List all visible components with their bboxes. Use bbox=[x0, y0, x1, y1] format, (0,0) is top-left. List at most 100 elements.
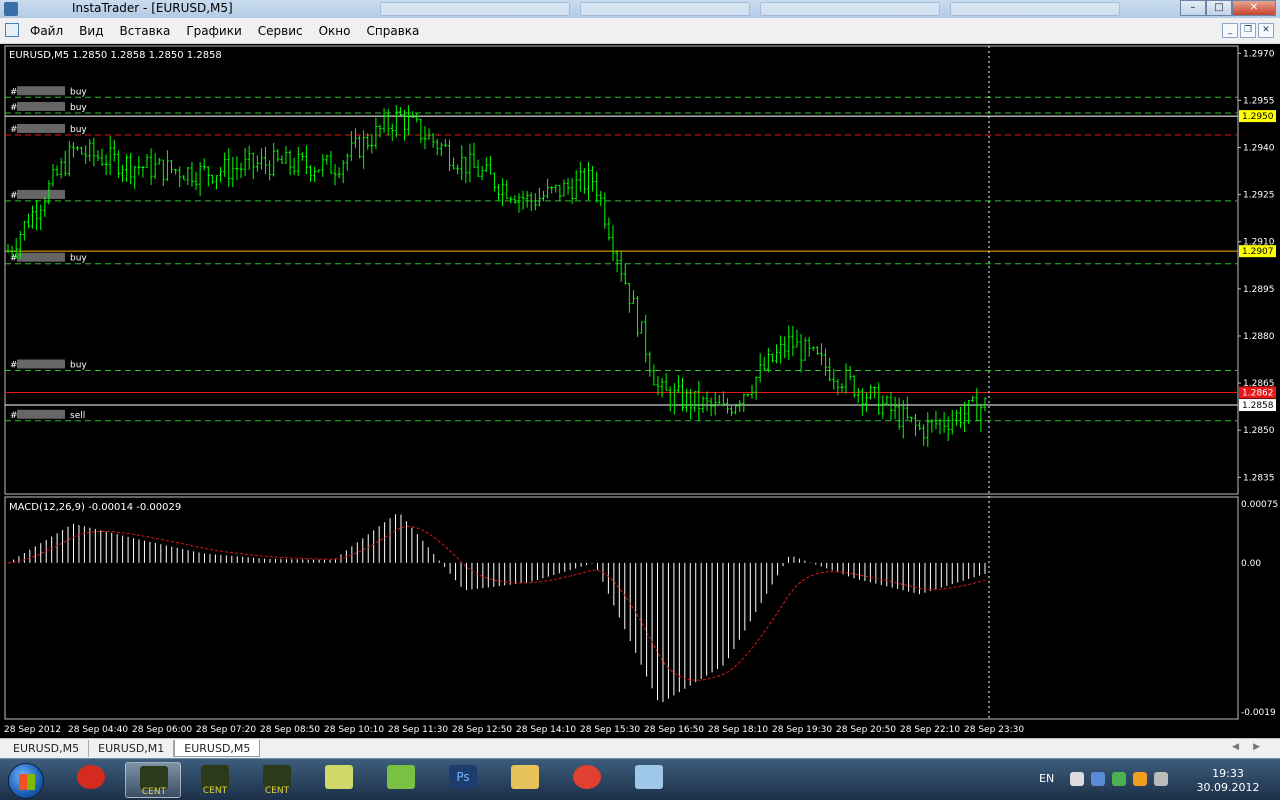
tray-icon[interactable] bbox=[1133, 772, 1147, 786]
app-red-icon bbox=[77, 765, 105, 789]
order-type: buy bbox=[70, 125, 87, 135]
tab-scroll-arrows[interactable]: ◀▶ bbox=[1232, 742, 1274, 752]
background-window-tab[interactable] bbox=[950, 2, 1120, 16]
price-chart[interactable]: # buy# buy# buy## buy# buy# sell 1.29701.29551… bbox=[0, 44, 1280, 738]
menu-insert[interactable]: Вставка bbox=[111, 24, 178, 38]
price-scale-label: 1.2970 bbox=[1243, 49, 1275, 59]
windows-taskbar: CENT CENT CENT Ps EN 19:33 30.09.2012 bbox=[0, 758, 1280, 800]
chart-tab[interactable]: EURUSD,M5 bbox=[174, 740, 261, 757]
order-label: # bbox=[10, 191, 18, 201]
taskbar-explorer-button[interactable] bbox=[497, 762, 553, 798]
order-ticket-redacted bbox=[17, 359, 65, 369]
language-indicator[interactable]: EN bbox=[1039, 772, 1054, 785]
window-title: InstaTrader - [EURUSD,M5] bbox=[72, 1, 233, 15]
menu-view[interactable]: Вид bbox=[71, 24, 111, 38]
order-label: # bbox=[10, 87, 18, 97]
price-scale-label: 1.2955 bbox=[1243, 96, 1275, 106]
macd-label: MACD(12,26,9) -0.00014 -0.00029 bbox=[9, 502, 181, 513]
title-bar: InstaTrader - [EURUSD,M5] – □ ✕ bbox=[0, 0, 1280, 18]
order-ticket-redacted bbox=[17, 252, 65, 262]
notepad-icon bbox=[325, 765, 353, 789]
order-label: # bbox=[10, 125, 18, 135]
time-axis-label: 28 Sep 07:20 bbox=[196, 725, 256, 735]
document-icon[interactable] bbox=[5, 23, 19, 37]
maximize-button[interactable]: □ bbox=[1206, 0, 1232, 16]
time-axis-label: 28 Sep 20:50 bbox=[836, 725, 896, 735]
tray-icon[interactable] bbox=[1112, 772, 1126, 786]
time-axis-label: 28 Sep 12:50 bbox=[452, 725, 512, 735]
taskbar-chrome-button[interactable] bbox=[559, 762, 615, 798]
time-axis-label: 28 Sep 19:30 bbox=[772, 725, 832, 735]
macd-scale-label: -0.0019 bbox=[1241, 708, 1276, 718]
menu-window[interactable]: Окно bbox=[311, 24, 359, 38]
background-window-tab[interactable] bbox=[760, 2, 940, 16]
volume-icon[interactable] bbox=[1154, 772, 1168, 786]
taskbar-photoshop-button[interactable]: Ps bbox=[435, 762, 491, 798]
order-ticket-redacted bbox=[17, 101, 65, 111]
tray-icon[interactable] bbox=[1091, 772, 1105, 786]
terminal-window: InstaTrader - [EURUSD,M5] – □ ✕ Файл Вид… bbox=[0, 0, 1280, 800]
clock[interactable]: 19:33 30.09.2012 bbox=[1196, 767, 1260, 795]
time-axis-label: 28 Sep 18:10 bbox=[708, 725, 768, 735]
chart-tabs-bar: EURUSD,M5 EURUSD,M1 EURUSD,M5 ◀▶ bbox=[0, 738, 1280, 758]
taskbar-app-red-button[interactable] bbox=[63, 762, 119, 798]
taskbar-window-button[interactable] bbox=[621, 762, 677, 798]
chart-window[interactable]: # buy # buy # buy # # buy # buy # sell 1.2970 1.2955 1… bbox=[0, 44, 1280, 738]
time-axis-label: 28 Sep 06:00 bbox=[132, 725, 192, 735]
background-window-tab[interactable] bbox=[380, 2, 570, 16]
chart-tab[interactable]: EURUSD,M5 bbox=[4, 740, 90, 757]
taskbar-notepad-button[interactable] bbox=[311, 762, 367, 798]
taskbar-item-label: CENT bbox=[264, 786, 290, 796]
order-ticket-redacted bbox=[17, 409, 65, 419]
price-tag-label: 1.2950 bbox=[1242, 112, 1274, 122]
taskbar-item-label: CENT bbox=[141, 787, 167, 797]
background-window-tab[interactable] bbox=[580, 2, 750, 16]
chrome-icon bbox=[573, 765, 601, 789]
order-label: # bbox=[10, 361, 18, 371]
chart-tab[interactable]: EURUSD,M1 bbox=[89, 740, 175, 757]
taskbar-item-label: CENT bbox=[202, 786, 228, 796]
taskbar-pen-button[interactable] bbox=[373, 762, 429, 798]
close-button[interactable]: ✕ bbox=[1232, 0, 1276, 16]
window-icon bbox=[635, 765, 663, 789]
price-tag-label: 1.2858 bbox=[1242, 401, 1274, 411]
menu-bar: Файл Вид Вставка Графики Сервис Окно Спр… bbox=[0, 18, 1280, 44]
taskbar-cent-1-button[interactable]: CENT bbox=[125, 762, 181, 798]
menu-help[interactable]: Справка bbox=[359, 24, 428, 38]
menu-charts[interactable]: Графики bbox=[178, 24, 249, 38]
mdi-close-button[interactable]: ✕ bbox=[1258, 23, 1274, 38]
price-scale-label: 1.2925 bbox=[1243, 191, 1275, 201]
app-icon bbox=[4, 2, 18, 16]
order-type: buy bbox=[70, 361, 87, 371]
menu-file[interactable]: Файл bbox=[22, 24, 71, 38]
order-type: buy bbox=[70, 103, 87, 113]
order-ticket-redacted bbox=[17, 123, 65, 133]
order-ticket-redacted bbox=[17, 86, 65, 96]
tray-icon[interactable] bbox=[1070, 772, 1084, 786]
time-axis-label: 28 Sep 10:10 bbox=[324, 725, 384, 735]
taskbar-cent-3-button[interactable]: CENT bbox=[249, 762, 305, 798]
price-scale-label: 1.2850 bbox=[1243, 426, 1275, 436]
pen-icon bbox=[387, 765, 415, 789]
price-tag-label: 1.2862 bbox=[1242, 388, 1274, 398]
explorer-icon bbox=[511, 765, 539, 789]
order-label: # bbox=[10, 411, 18, 421]
order-ticket-redacted bbox=[17, 189, 65, 199]
taskbar-cent-2-button[interactable]: CENT bbox=[187, 762, 243, 798]
mdi-minimize-button[interactable]: _ bbox=[1222, 23, 1238, 38]
order-label: # bbox=[10, 103, 18, 113]
macd-scale-label: 0.00075 bbox=[1241, 500, 1278, 510]
minimize-button[interactable]: – bbox=[1180, 0, 1206, 16]
menu-tools[interactable]: Сервис bbox=[250, 24, 311, 38]
chart-header: EURUSD,M5 1.2850 1.2858 1.2850 1.2858 bbox=[9, 50, 222, 61]
taskbar-item-label: Ps bbox=[456, 770, 470, 784]
mdi-restore-button[interactable]: ❐ bbox=[1240, 23, 1256, 38]
time-axis-label: 28 Sep 11:30 bbox=[388, 725, 448, 735]
time-axis-label: 28 Sep 14:10 bbox=[516, 725, 576, 735]
price-scale-label: 1.2880 bbox=[1243, 332, 1275, 342]
macd-signal-line bbox=[7, 525, 986, 681]
start-button[interactable] bbox=[8, 763, 44, 799]
price-scale-label: 1.2895 bbox=[1243, 285, 1275, 295]
price-scale-label: 1.2940 bbox=[1243, 144, 1275, 154]
macd-panel-border bbox=[4, 496, 1239, 720]
